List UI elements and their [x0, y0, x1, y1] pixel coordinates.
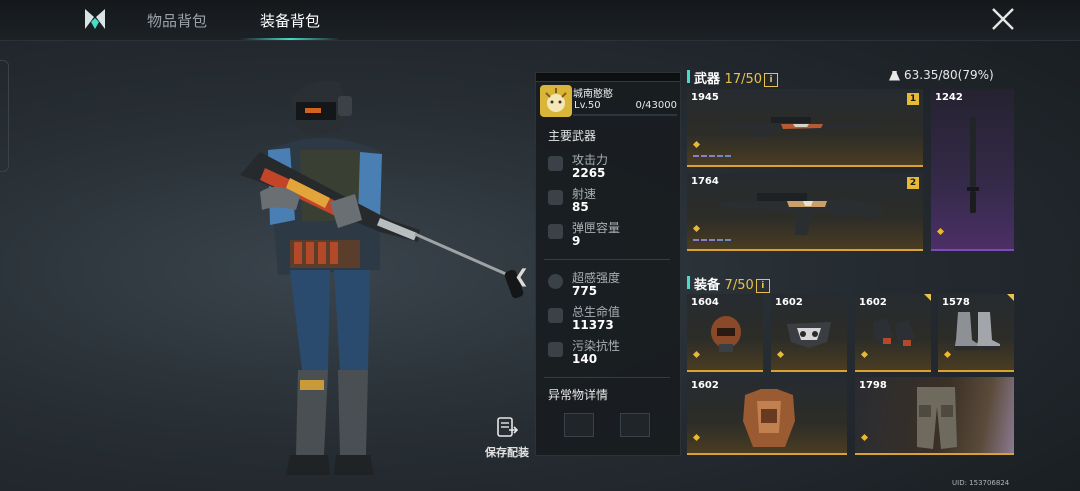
gear-score: 1602 [691, 380, 719, 391]
close-icon[interactable] [990, 6, 1016, 32]
carry-weight: 63.35/80(79%) [889, 68, 994, 82]
rarity-diamond-icon [776, 350, 785, 359]
weapon-card-1[interactable]: 1945 1 [687, 89, 923, 167]
gear-card-boots[interactable]: 1578 [938, 294, 1014, 372]
tab-item-backpack[interactable]: 物品背包 [147, 10, 207, 31]
stat-value: 2265 [572, 166, 606, 180]
stat-health: 总生命值 11373 [548, 303, 676, 337]
rarity-diamond-icon [860, 433, 869, 442]
stat-value: 9 [572, 234, 581, 248]
stat-pollution-resist: 污染抗性 140 [548, 337, 676, 371]
gear-header: 装备 7/50 i [694, 274, 770, 293]
gloves-icon [873, 318, 915, 348]
weapon-score: 1945 [691, 92, 719, 103]
magazine-icon [548, 224, 563, 239]
weight-icon [889, 70, 900, 81]
stat-magazine: 弹匣容量 9 [548, 219, 676, 253]
xp-progress-bar [573, 114, 677, 116]
sniper-rifle-icon [725, 117, 881, 137]
gear-card-gloves[interactable]: 1602 [855, 294, 931, 372]
weapons-header: 武器 17/50 i [694, 68, 779, 87]
weapon-card-melee[interactable]: 1242 [931, 89, 1014, 251]
gear-card-mask[interactable]: 1602 [771, 294, 847, 372]
psi-icon [548, 274, 563, 289]
carry-weight-value: 63.35/80(79%) [904, 68, 994, 82]
attachment-slots [693, 155, 733, 158]
tab-equipment-backpack[interactable]: 装备背包 [260, 10, 320, 31]
weapon-card-2[interactable]: 1764 2 [687, 173, 923, 251]
stats-panel: 城南憨憨 Lv.50 0/43000 主要武器 攻击力 2265 射速 85 弹… [535, 72, 681, 456]
gear-score: 1798 [859, 380, 887, 391]
chest-armor-icon [743, 389, 795, 447]
new-item-marker [924, 294, 931, 301]
gear-title: 装备 [694, 278, 721, 293]
helmet-icon [711, 316, 741, 352]
weapons-header-bar [687, 70, 690, 83]
stat-value: 11373 [572, 318, 614, 332]
weapon-score: 1764 [691, 176, 719, 187]
stat-value: 775 [572, 284, 598, 298]
mask-icon [787, 322, 831, 348]
anomaly-slot-2[interactable] [620, 413, 650, 437]
assault-rifle-icon [719, 193, 885, 235]
gear-info-icon[interactable]: i [755, 278, 770, 293]
stat-psi: 超感强度 775 [548, 269, 676, 303]
rarity-diamond-icon [860, 350, 869, 359]
new-item-marker [1007, 294, 1014, 301]
anomaly-slot-1[interactable] [564, 413, 594, 437]
rarity-diamond-icon [692, 140, 701, 149]
biohazard-icon [548, 342, 563, 357]
stat-attack: 攻击力 2265 [548, 151, 676, 185]
player-level: Lv.50 [574, 100, 601, 111]
attachment-slots [693, 239, 733, 242]
save-loadout-icon [497, 417, 519, 437]
rarity-diamond-icon [943, 350, 952, 359]
user-id: UID: 153706824 [952, 479, 1010, 487]
gear-card-pants[interactable]: 1798 [855, 377, 1014, 455]
gear-header-bar [687, 276, 690, 289]
save-loadout-button[interactable]: 保存配装 [482, 416, 532, 460]
weapon-score: 1242 [935, 92, 963, 103]
active-tab-indicator [240, 38, 340, 40]
rarity-diamond-icon [692, 350, 701, 359]
pants-icon [917, 387, 957, 449]
rarity-diamond-icon [692, 433, 701, 442]
gear-score: 1602 [859, 297, 887, 308]
weapon-slot-badge: 1 [907, 93, 919, 105]
stat-value: 85 [572, 200, 589, 214]
heart-icon [548, 308, 563, 323]
primary-weapon-title: 主要武器 [548, 129, 597, 143]
weapon-slot-badge: 2 [907, 177, 919, 189]
attack-icon [548, 156, 563, 171]
stats-panel-header-strip [536, 73, 680, 82]
gear-score: 1578 [942, 297, 970, 308]
weapons-title: 武器 [694, 72, 721, 87]
weapons-count: 17/50 [724, 72, 763, 87]
player-xp: 0/43000 [635, 100, 677, 111]
side-drawer-handle[interactable] [0, 60, 9, 172]
player-name: 城南憨憨 [573, 89, 613, 100]
gear-score: 1602 [775, 297, 803, 308]
gear-score: 1604 [691, 297, 719, 308]
baton-icon [967, 117, 979, 213]
rarity-diamond-icon [692, 224, 701, 233]
collapse-panel-icon[interactable]: ❮ [514, 266, 529, 287]
gear-card-helmet[interactable]: 1604 [687, 294, 763, 372]
fire-rate-icon [548, 190, 563, 205]
top-bar: 物品背包 装备背包 [0, 0, 1080, 41]
player-avatar[interactable] [540, 85, 572, 117]
game-logo-icon[interactable] [84, 8, 106, 30]
weapons-info-icon[interactable]: i [764, 72, 779, 87]
save-loadout-label: 保存配装 [485, 446, 529, 459]
divider [544, 259, 670, 260]
stat-fire-rate: 射速 85 [548, 185, 676, 219]
gear-card-chest[interactable]: 1602 [687, 377, 847, 455]
stat-value: 140 [572, 352, 598, 366]
rarity-diamond-icon [936, 227, 945, 236]
boots-icon [954, 312, 1000, 350]
divider [544, 377, 670, 378]
avatar-image-icon [545, 88, 567, 112]
anomaly-details-title[interactable]: 异常物详情 [548, 386, 608, 403]
gear-count: 7/50 [724, 278, 754, 293]
